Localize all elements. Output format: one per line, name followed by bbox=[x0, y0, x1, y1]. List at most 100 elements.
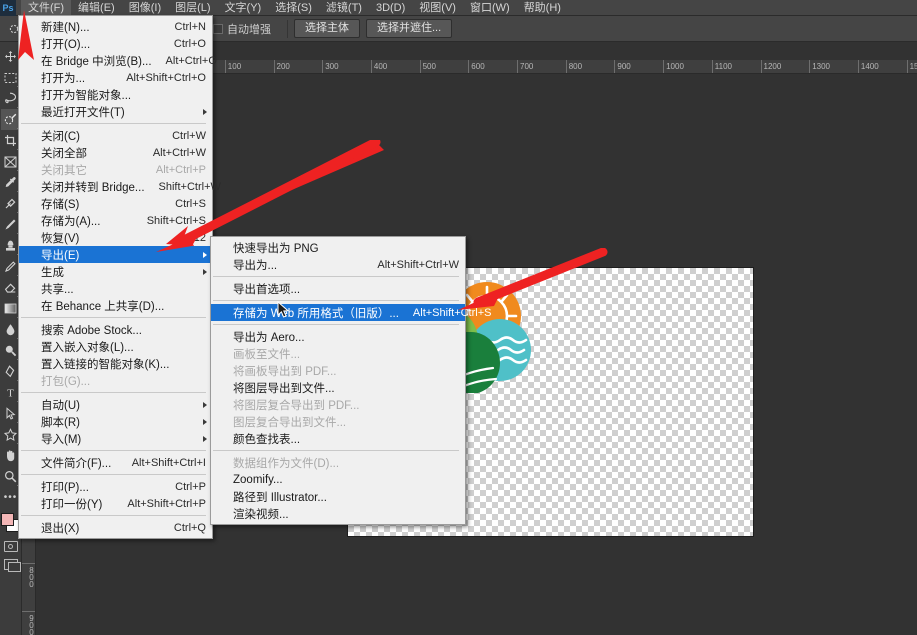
file-menu-dropdown[interactable]: 新建(N)... Ctrl+N 打开(O)... Ctrl+O 在 Bridge 中浏览… bbox=[18, 15, 221, 539]
photoshop-logo-icon: Ps bbox=[0, 0, 16, 16]
ruler-tick-h: 900 bbox=[614, 60, 631, 73]
auto-enhance-checkbox[interactable]: 自动增强 bbox=[213, 21, 271, 37]
menu-item-shortcut: Shift+Ctrl+S bbox=[146, 214, 206, 227]
menu-item[interactable]: 将画板导出到 PDF... bbox=[211, 362, 465, 379]
menu-item[interactable]: 关闭其它 Alt+Ctrl+P bbox=[19, 161, 212, 178]
menu-item[interactable]: 打印(P)... Ctrl+P bbox=[19, 478, 212, 495]
menu-bar: Ps 文件(F) 编辑(E) 图像(I) 图层(L) 文字(Y) 选择(S) 滤镜(T) 3D… bbox=[0, 0, 917, 16]
select-and-mask-button[interactable]: 选择并遮住... bbox=[366, 19, 453, 38]
menu-item[interactable]: 打印一份(Y) Alt+Shift+Ctrl+P bbox=[19, 495, 212, 512]
menu-item[interactable]: 新建(N)... Ctrl+N bbox=[19, 18, 212, 35]
menu-item[interactable]: 脚本(R) bbox=[19, 413, 212, 430]
menu-item-label: 恢复(V) bbox=[41, 232, 80, 245]
menu-item-label: 打开为... bbox=[41, 72, 86, 85]
menu-item[interactable]: 在 Bridge 中浏览(B)... Alt+Ctrl+O bbox=[19, 52, 217, 69]
menubar-item-2[interactable]: 图像(I) bbox=[122, 0, 168, 16]
menu-item[interactable]: 打开(O)... Ctrl+O bbox=[19, 35, 212, 52]
ruler-tick-h: 100 bbox=[224, 60, 241, 73]
menu-item[interactable]: 置入链接的智能对象(K)... bbox=[19, 355, 212, 372]
menu-item[interactable]: 导入(M) bbox=[19, 430, 212, 447]
menu-item-label: 快速导出为 PNG bbox=[233, 242, 319, 255]
menu-item-label: 关闭(C) bbox=[41, 130, 80, 143]
menu-separator bbox=[213, 324, 459, 325]
menu-item[interactable]: 渲染视频... bbox=[211, 505, 465, 522]
menubar-item-4[interactable]: 文字(Y) bbox=[218, 0, 269, 16]
menu-item-label: 颜色查找表... bbox=[233, 433, 301, 446]
menu-item-shortcut: Alt+Ctrl+P bbox=[155, 163, 206, 176]
menu-item-label: 将图层导出到文件... bbox=[233, 382, 335, 395]
export-submenu-dropdown[interactable]: 快速导出为 PNG 导出为... Alt+Shift+Ctrl+W 导出首选项... 存… bbox=[210, 236, 492, 525]
menu-item-label: 渲染视频... bbox=[233, 508, 289, 521]
menu-item[interactable]: 路径到 Illustrator... bbox=[211, 488, 465, 505]
menu-item[interactable]: 关闭(C) Ctrl+W bbox=[19, 127, 212, 144]
menu-item-label: 存储为 Web 所用格式（旧版）... bbox=[233, 307, 399, 320]
menu-item-label: 在 Bridge 中浏览(B)... bbox=[41, 55, 152, 68]
menu-item[interactable]: 图层复合导出到文件... bbox=[211, 413, 465, 430]
menu-item[interactable]: 打开为智能对象... bbox=[19, 86, 212, 103]
menubar-item-6[interactable]: 滤镜(T) bbox=[319, 0, 369, 16]
menu-item[interactable]: 存储为 Web 所用格式（旧版）... Alt+Shift+Ctrl+S bbox=[211, 304, 492, 321]
select-subject-button[interactable]: 选择主体 bbox=[294, 19, 360, 38]
menu-item-label: 打印(P)... bbox=[41, 481, 89, 494]
menubar-item-8[interactable]: 视图(V) bbox=[412, 0, 463, 16]
menu-item[interactable]: 数据组作为文件(D)... bbox=[211, 454, 465, 471]
menu-item[interactable]: 在 Behance 上共享(D)... bbox=[19, 297, 212, 314]
submenu-arrow-icon bbox=[203, 401, 207, 408]
foreground-color-swatch[interactable] bbox=[0, 513, 14, 526]
menubar-item-1[interactable]: 编辑(E) bbox=[71, 0, 122, 16]
menu-item[interactable]: 退出(X) Ctrl+Q bbox=[19, 519, 212, 536]
menu-item[interactable]: 颜色查找表... bbox=[211, 430, 465, 447]
menu-item-label: 导出为... bbox=[233, 259, 278, 272]
menu-item[interactable]: 文件简介(F)... Alt+Shift+Ctrl+I bbox=[19, 454, 212, 471]
menu-item[interactable]: 搜索 Adobe Stock... bbox=[19, 321, 212, 338]
menu-item[interactable]: 自动(U) bbox=[19, 396, 212, 413]
menu-item[interactable]: 导出为 Aero... bbox=[211, 328, 465, 345]
menubar-item-9[interactable]: 窗口(W) bbox=[463, 0, 517, 16]
submenu-arrow-icon bbox=[203, 268, 207, 275]
menu-item-label: 关闭全部 bbox=[41, 147, 87, 160]
menu-separator bbox=[21, 450, 206, 451]
menu-item[interactable]: 快速导出为 PNG bbox=[211, 239, 465, 256]
menu-item[interactable]: 恢复(V) F12 bbox=[19, 229, 212, 246]
menu-item[interactable]: 存储(S) Ctrl+S bbox=[19, 195, 212, 212]
menu-item-shortcut: Alt+Shift+Ctrl+I bbox=[131, 456, 206, 469]
submenu-arrow-icon bbox=[203, 418, 207, 425]
menu-item[interactable]: 置入嵌入对象(L)... bbox=[19, 338, 212, 355]
menu-item-label: 将图层复合导出到 PDF... bbox=[233, 399, 360, 412]
menu-item-label: 退出(X) bbox=[41, 522, 80, 535]
menu-item[interactable]: 导出(E) bbox=[19, 246, 212, 263]
menu-item[interactable]: 打开为... Alt+Shift+Ctrl+O bbox=[19, 69, 212, 86]
menu-item-label: 关闭其它 bbox=[41, 164, 87, 177]
menu-item-label: 置入链接的智能对象(K)... bbox=[41, 358, 170, 371]
menubar-item-3[interactable]: 图层(L) bbox=[168, 0, 217, 16]
menu-item[interactable]: 将图层复合导出到 PDF... bbox=[211, 396, 465, 413]
quick-mask-button[interactable] bbox=[3, 541, 18, 552]
menu-item[interactable]: 将图层导出到文件... bbox=[211, 379, 465, 396]
menubar-item-5[interactable]: 选择(S) bbox=[268, 0, 319, 16]
menu-item[interactable]: 关闭全部 Alt+Ctrl+W bbox=[19, 144, 212, 161]
menubar-item-10[interactable]: 帮助(H) bbox=[517, 0, 568, 16]
menubar-item-0[interactable]: 文件(F) bbox=[21, 0, 72, 16]
menu-item-shortcut: Ctrl+N bbox=[174, 20, 206, 33]
menu-item-label: 路径到 Illustrator... bbox=[233, 491, 327, 504]
menu-item[interactable]: Zoomify... bbox=[211, 471, 465, 488]
menu-item[interactable]: 画板至文件... bbox=[211, 345, 465, 362]
menubar-item-7[interactable]: 3D(D) bbox=[369, 0, 412, 16]
menu-item-label: 导出为 Aero... bbox=[233, 331, 305, 344]
menu-item[interactable]: 导出为... Alt+Shift+Ctrl+W bbox=[211, 256, 465, 273]
ruler-tick-v: 800 bbox=[22, 562, 35, 587]
menu-item-label: 图层复合导出到文件... bbox=[233, 416, 347, 429]
screen-mode-button[interactable] bbox=[3, 559, 21, 572]
ruler-tick-h: 1000 bbox=[663, 60, 684, 73]
menu-item-shortcut: Alt+Shift+Ctrl+W bbox=[377, 258, 459, 271]
menu-item[interactable]: 打包(G)... bbox=[19, 372, 212, 389]
photoshop-window: Ps 文件(F) 编辑(E) 图像(I) 图层(L) 文字(Y) 选择(S) 滤镜(T) 3D… bbox=[0, 0, 917, 635]
menu-item[interactable]: 关闭并转到 Bridge... Shift+Ctrl+W bbox=[19, 178, 221, 195]
menu-item[interactable]: 最近打开文件(T) bbox=[19, 103, 212, 120]
menu-item[interactable]: 生成 bbox=[19, 263, 212, 280]
menu-item[interactable]: 共享... bbox=[19, 280, 212, 297]
menu-item[interactable]: 导出首选项... bbox=[211, 280, 465, 297]
submenu-arrow-icon bbox=[203, 108, 207, 115]
menu-item-shortcut: Alt+Shift+Ctrl+S bbox=[412, 306, 492, 319]
menu-item[interactable]: 存储为(A)... Shift+Ctrl+S bbox=[19, 212, 212, 229]
